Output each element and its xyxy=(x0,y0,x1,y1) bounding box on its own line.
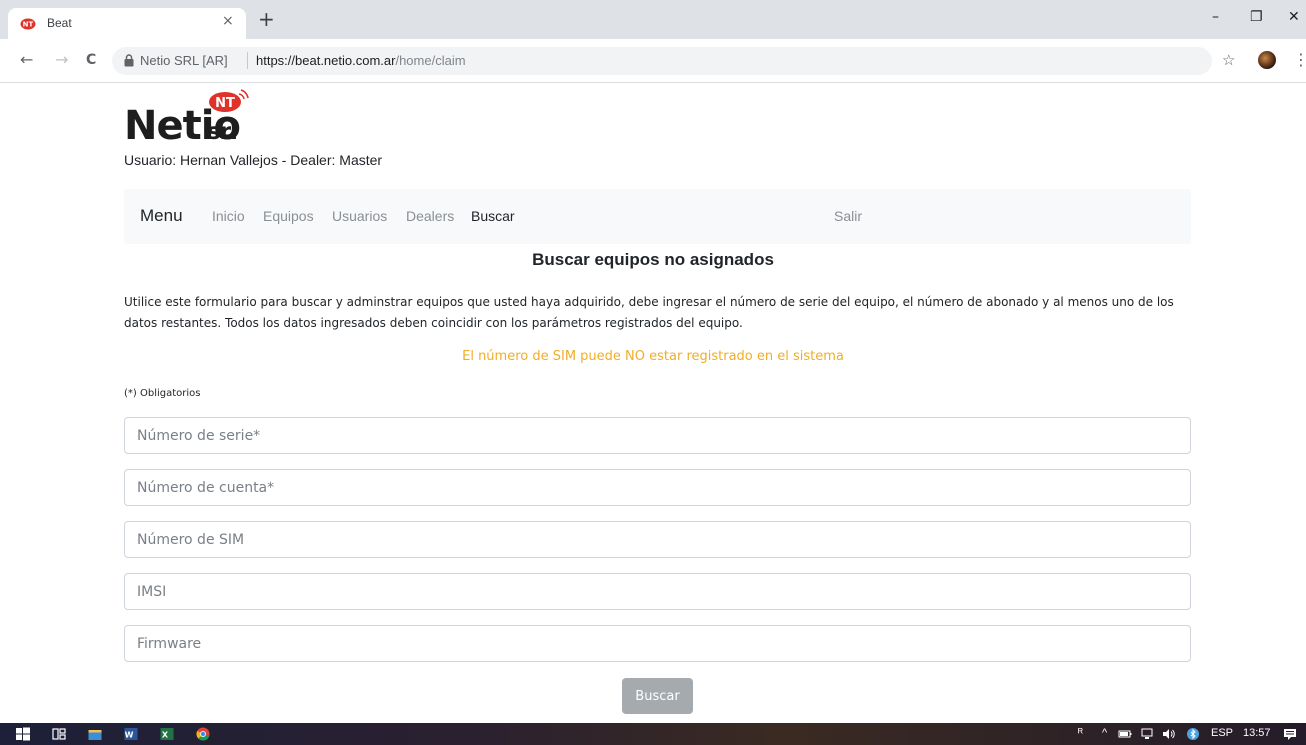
profile-avatar[interactable] xyxy=(1258,51,1276,69)
main-navbar: Menu Inicio Equipos Usuarios Dealers Bus… xyxy=(124,189,1191,244)
url-host: https://beat.netio.com.ar xyxy=(256,53,396,68)
nav-link-buscar[interactable]: Buscar xyxy=(471,208,515,224)
file-explorer-icon[interactable] xyxy=(88,727,102,741)
bluetooth-icon[interactable] xyxy=(1186,727,1200,741)
task-view-icon[interactable] xyxy=(52,727,66,741)
address-bar[interactable]: Netio SRL [AR] https://beat.netio.com.ar… xyxy=(112,47,1212,75)
url-divider xyxy=(247,52,248,69)
sim-warning: El número de SIM puede NO estar registra… xyxy=(462,349,844,364)
restore-icon[interactable]: ❐ xyxy=(1250,7,1263,27)
logo-suffix: srl xyxy=(207,119,238,145)
nav-link-salir[interactable]: Salir xyxy=(834,208,862,224)
reload-icon[interactable]: C xyxy=(86,50,96,70)
browser-tab[interactable]: NT Beat × xyxy=(8,8,246,39)
svg-text:W: W xyxy=(125,731,134,740)
tab-close-icon[interactable]: × xyxy=(222,13,234,29)
windows-taskbar: W X ᴿ ^ ESP 13:57 xyxy=(0,723,1306,745)
volume-icon[interactable] xyxy=(1162,727,1176,741)
browser-tab-strip: NT Beat × + – ❐ ✕ xyxy=(0,0,1306,39)
windows-start-icon[interactable] xyxy=(16,727,30,741)
firmware-input[interactable] xyxy=(124,625,1191,662)
people-icon[interactable]: ᴿ xyxy=(1078,727,1083,739)
netio-logo[interactable]: NT Netio srl xyxy=(124,83,269,153)
url-path: /home/claim xyxy=(395,53,466,68)
tray-chevron-icon[interactable]: ^ xyxy=(1102,727,1107,739)
close-window-icon[interactable]: ✕ xyxy=(1288,7,1300,27)
excel-icon[interactable]: X xyxy=(160,727,174,741)
star-icon[interactable]: ☆ xyxy=(1222,51,1235,69)
new-tab-icon[interactable]: + xyxy=(258,9,275,29)
page-content: NT Netio srl Usuario: Hernan Vallejos - … xyxy=(0,83,1306,723)
tab-title: Beat xyxy=(47,16,72,30)
account-number-input[interactable] xyxy=(124,469,1191,506)
clock[interactable]: 13:57 xyxy=(1243,727,1271,739)
serial-number-input[interactable] xyxy=(124,417,1191,454)
intro-text: Utilice este formulario para buscar y ad… xyxy=(124,295,1174,330)
network-icon[interactable] xyxy=(1140,727,1154,741)
nav-link-dealers[interactable]: Dealers xyxy=(406,208,454,224)
url-text[interactable]: https://beat.netio.com.ar/home/claim xyxy=(256,53,466,68)
browser-toolbar: ← → C Netio SRL [AR] https://beat.netio.… xyxy=(0,39,1306,83)
site-identity: Netio SRL [AR] xyxy=(140,53,228,68)
battery-icon[interactable] xyxy=(1118,727,1132,741)
imsi-input[interactable] xyxy=(124,573,1191,610)
lock-icon xyxy=(124,54,134,67)
browser-menu-icon[interactable]: ⋮ xyxy=(1293,51,1306,69)
sim-number-input[interactable] xyxy=(124,521,1191,558)
required-note: (*) Obligatorios xyxy=(124,388,201,399)
page-title: Buscar equipos no asignados xyxy=(532,250,774,269)
chrome-icon[interactable] xyxy=(196,727,210,741)
svg-text:NT: NT xyxy=(23,21,34,29)
user-info: Usuario: Hernan Vallejos - Dealer: Maste… xyxy=(124,152,383,168)
search-button[interactable]: Buscar xyxy=(622,678,693,714)
nav-link-equipos[interactable]: Equipos xyxy=(263,208,314,224)
forward-icon[interactable]: → xyxy=(55,50,68,70)
notifications-icon[interactable] xyxy=(1283,727,1297,741)
nav-link-inicio[interactable]: Inicio xyxy=(212,208,245,224)
word-icon[interactable]: W xyxy=(124,727,138,741)
language-indicator[interactable]: ESP xyxy=(1211,727,1233,739)
netio-favicon-icon: NT xyxy=(20,18,36,30)
nav-link-usuarios[interactable]: Usuarios xyxy=(332,208,387,224)
back-icon[interactable]: ← xyxy=(20,50,33,70)
minimize-icon[interactable]: – xyxy=(1212,7,1219,27)
svg-text:X: X xyxy=(162,731,169,740)
navbar-brand[interactable]: Menu xyxy=(140,206,183,226)
